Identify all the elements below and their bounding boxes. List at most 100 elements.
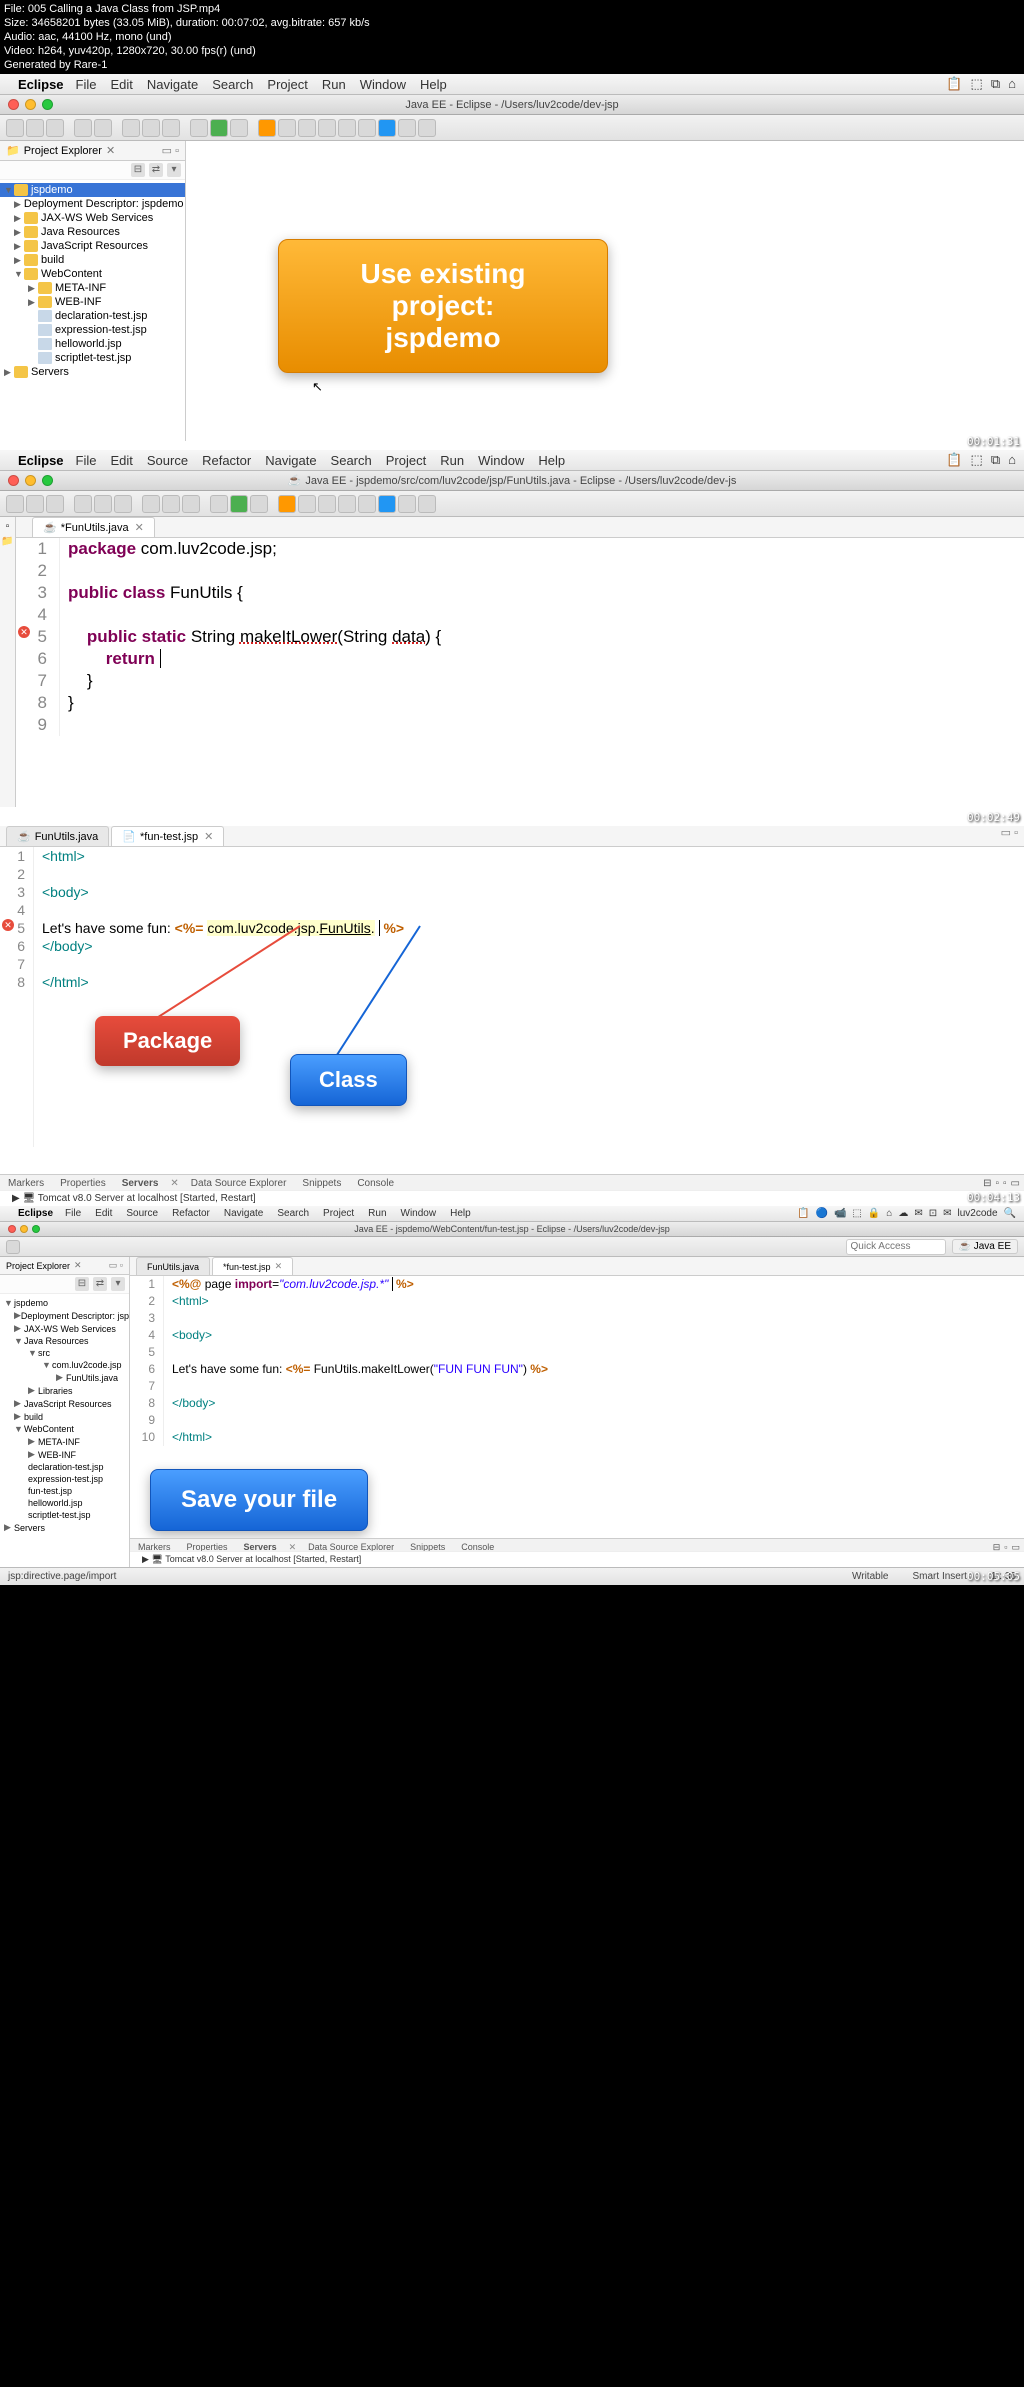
menu-source[interactable]: Source bbox=[147, 453, 188, 468]
menu-project[interactable]: Project bbox=[386, 453, 426, 468]
tree-item[interactable]: Java Resources bbox=[24, 1336, 89, 1346]
tray-icon[interactable]: 🔵 bbox=[815, 1208, 827, 1219]
tb-btn[interactable] bbox=[318, 119, 336, 137]
tray-icon[interactable]: 📹 bbox=[834, 1208, 846, 1219]
error-marker[interactable]: ✕ bbox=[2, 919, 14, 931]
icon[interactable]: ▾ bbox=[111, 1277, 125, 1291]
icon[interactable]: ⊟ bbox=[983, 1178, 991, 1189]
menu-run[interactable]: Run bbox=[368, 1208, 386, 1219]
menu-refactor[interactable]: Refactor bbox=[202, 453, 251, 468]
tb-btn[interactable] bbox=[142, 495, 160, 513]
tb-btn[interactable] bbox=[162, 495, 180, 513]
minimize-button[interactable] bbox=[25, 475, 36, 486]
tb-btn[interactable] bbox=[142, 119, 160, 137]
save-button[interactable] bbox=[26, 119, 44, 137]
tab-servers[interactable]: Servers bbox=[118, 1177, 163, 1190]
zoom-button[interactable] bbox=[42, 475, 53, 486]
tree-item[interactable]: declaration-test.jsp bbox=[55, 310, 147, 322]
tree-item[interactable]: com.luv2code.jsp bbox=[52, 1360, 122, 1370]
project-tree[interactable]: ▼jspdemo ▶Deployment Descriptor: jspdemo… bbox=[0, 180, 185, 441]
menu-help[interactable]: Help bbox=[538, 453, 565, 468]
close-icon[interactable]: ✕ bbox=[204, 830, 213, 843]
tree-item[interactable]: JAX-WS Web Services bbox=[41, 212, 153, 224]
tree-item[interactable]: Java Resources bbox=[41, 226, 120, 238]
tree-item[interactable]: META-INF bbox=[55, 282, 106, 294]
menu-icon[interactable]: ▾ bbox=[167, 163, 181, 177]
tb-btn[interactable] bbox=[94, 119, 112, 137]
tree-item[interactable]: expression-test.jsp bbox=[55, 324, 147, 336]
tb-btn[interactable] bbox=[182, 495, 200, 513]
user-name[interactable]: luv2code bbox=[958, 1208, 998, 1219]
code-editor[interactable]: 12345678910 <%@ page import="com.luv2cod… bbox=[130, 1276, 1024, 1446]
evernote-icon[interactable]: 📋 bbox=[946, 452, 962, 468]
tb-btn[interactable] bbox=[378, 119, 396, 137]
tree-item[interactable]: helloworld.jsp bbox=[28, 1498, 83, 1508]
server-status[interactable]: ▶ 🖥 Tomcat v8.0 Server at localhost [Sta… bbox=[0, 1190, 1024, 1206]
project-root[interactable]: jspdemo bbox=[31, 184, 73, 196]
editor-tab-funtest[interactable]: *fun-test.jsp✕ bbox=[212, 1257, 293, 1275]
menu-file[interactable]: File bbox=[65, 1208, 81, 1219]
close-icon[interactable]: ✕ bbox=[106, 144, 115, 157]
tree-item[interactable]: WebContent bbox=[41, 268, 102, 280]
editor-tab-funutils[interactable]: FunUtils.java bbox=[136, 1257, 210, 1275]
menu-source[interactable]: Source bbox=[126, 1208, 158, 1219]
tray-icon-2[interactable]: ⧉ bbox=[991, 76, 1000, 92]
evernote-icon[interactable]: 📋 bbox=[946, 76, 962, 92]
tb-btn[interactable] bbox=[278, 119, 296, 137]
code-editor[interactable]: 123456789 package com.luv2code.jsp; publ… bbox=[16, 538, 1024, 736]
tray-icon[interactable]: ⬚ bbox=[971, 76, 983, 92]
view-controls[interactable]: ▭ ▫ bbox=[109, 1260, 123, 1271]
tb-btn[interactable] bbox=[74, 495, 92, 513]
menu-search[interactable]: Search bbox=[212, 77, 253, 92]
tb-btn[interactable] bbox=[318, 495, 336, 513]
tree-item[interactable]: fun-test.jsp bbox=[28, 1486, 72, 1496]
menu-project[interactable]: Project bbox=[323, 1208, 354, 1219]
tray-icon[interactable]: 📋 bbox=[797, 1208, 809, 1219]
menu-refactor[interactable]: Refactor bbox=[172, 1208, 210, 1219]
save-all-button[interactable] bbox=[46, 119, 64, 137]
tb-btn[interactable] bbox=[338, 119, 356, 137]
tb-btn[interactable] bbox=[210, 495, 228, 513]
project-tree[interactable]: ▼jspdemo ▶Deployment Descriptor: jspdemo… bbox=[0, 1294, 129, 1567]
menu-file[interactable]: File bbox=[76, 77, 97, 92]
perspective-button[interactable]: ☕ Java EE bbox=[952, 1239, 1018, 1254]
run-button[interactable] bbox=[230, 495, 248, 513]
tray-icon[interactable]: ⬚ bbox=[971, 452, 983, 468]
debug-button[interactable] bbox=[190, 119, 208, 137]
tb-btn[interactable] bbox=[258, 119, 276, 137]
tb-btn[interactable] bbox=[94, 495, 112, 513]
tb-btn[interactable] bbox=[418, 495, 436, 513]
tree-item[interactable]: WEB-INF bbox=[38, 1450, 76, 1460]
tree-item[interactable]: expression-test.jsp bbox=[28, 1474, 103, 1484]
zoom-button[interactable] bbox=[32, 1225, 40, 1233]
menu-search[interactable]: Search bbox=[277, 1208, 309, 1219]
tray-icon[interactable]: 🔒 bbox=[868, 1208, 880, 1219]
menu-edit[interactable]: Edit bbox=[110, 77, 132, 92]
run-button[interactable] bbox=[210, 119, 228, 137]
minimize-button[interactable] bbox=[20, 1225, 28, 1233]
icon[interactable]: ▫ bbox=[995, 1178, 999, 1189]
restore-icon[interactable]: ▫ bbox=[6, 521, 10, 532]
tb-btn[interactable] bbox=[338, 495, 356, 513]
icon[interactable]: ⇄ bbox=[93, 1277, 107, 1291]
tree-item[interactable]: helloworld.jsp bbox=[55, 338, 122, 350]
code-body[interactable]: <html> <body> Let's have some fun: <%= c… bbox=[34, 847, 1024, 1147]
menu-help[interactable]: Help bbox=[420, 77, 447, 92]
tray-icon[interactable]: ⊡ bbox=[929, 1208, 937, 1219]
tree-item[interactable]: Deployment Descriptor: jspdemo bbox=[21, 1311, 129, 1321]
tray-icon[interactable]: ✉ bbox=[943, 1208, 951, 1219]
close-button[interactable] bbox=[8, 99, 19, 110]
tab-markers[interactable]: Markers bbox=[4, 1177, 48, 1190]
tb-btn[interactable] bbox=[358, 119, 376, 137]
tb-btn[interactable] bbox=[114, 495, 132, 513]
explorer-tab[interactable]: 📁Project Explorer✕ ▭ ▫ bbox=[0, 141, 185, 161]
close-button[interactable] bbox=[8, 1225, 16, 1233]
menu-file[interactable]: File bbox=[76, 453, 97, 468]
explorer-icon[interactable]: 📁 bbox=[1, 536, 13, 547]
menu-edit[interactable]: Edit bbox=[110, 453, 132, 468]
run-ext-button[interactable] bbox=[230, 119, 248, 137]
tree-item[interactable]: JavaScript Resources bbox=[41, 240, 148, 252]
zoom-button[interactable] bbox=[42, 99, 53, 110]
tree-root[interactable]: jspdemo bbox=[14, 1298, 48, 1308]
tb-btn[interactable] bbox=[162, 119, 180, 137]
